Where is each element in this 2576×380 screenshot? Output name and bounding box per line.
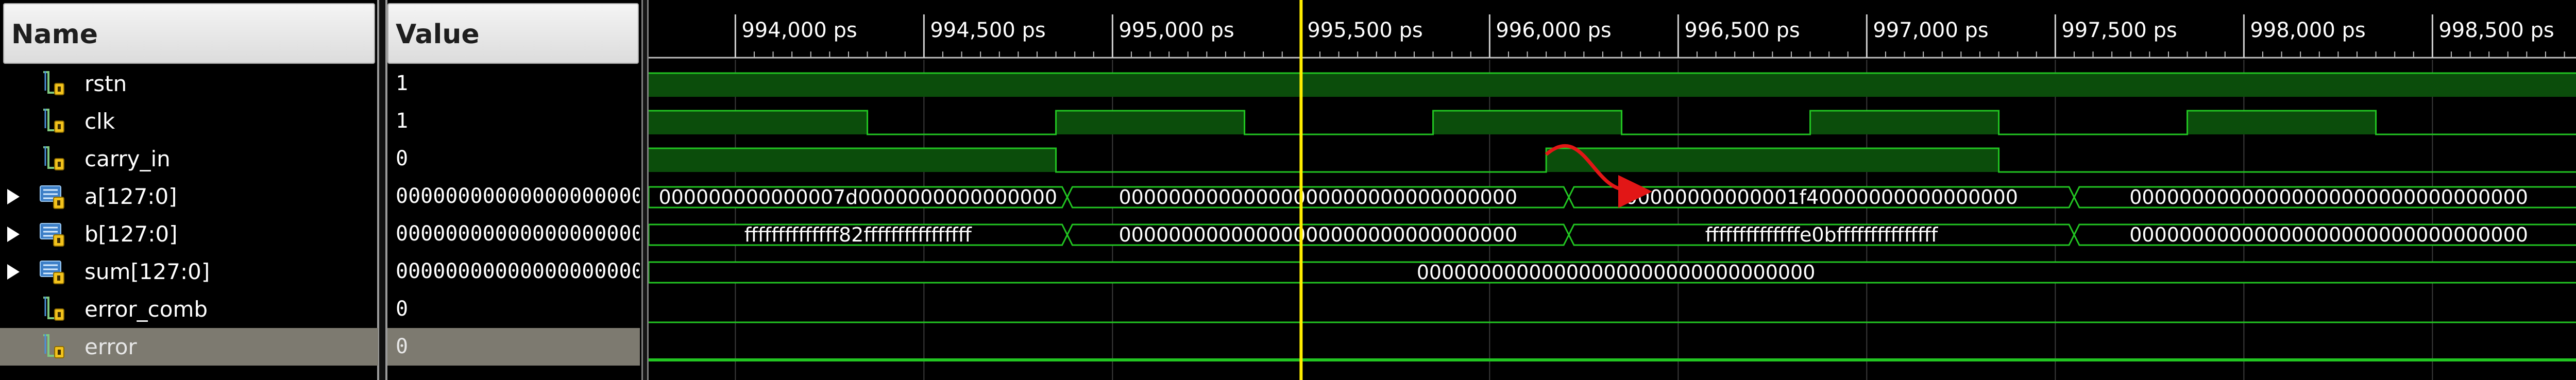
signal-value-text: 00000000000000000000 bbox=[396, 260, 640, 283]
signal-row-clk[interactable]: clk bbox=[0, 102, 382, 140]
sum-bus-value: 00000000000000000000000000000000 bbox=[1417, 261, 1816, 284]
waveform-canvas[interactable]: 994,000 ps 994,500 ps 995,000 ps 995,500 ps… bbox=[649, 0, 2576, 380]
scalar-signal-icon bbox=[41, 70, 72, 98]
value-wave-splitter[interactable] bbox=[641, 0, 649, 380]
name-column-header[interactable]: Name bbox=[3, 3, 375, 64]
scalar-signal-icon bbox=[41, 108, 72, 135]
signal-row-error[interactable]: error bbox=[0, 328, 378, 366]
carry_in-high-fill bbox=[649, 148, 1056, 172]
bus-signal-icon bbox=[38, 220, 69, 248]
signal-value-cell[interactable]: 1 bbox=[387, 102, 640, 140]
signal-row-rstn[interactable]: rstn bbox=[0, 65, 382, 102]
signal-row-carry_in[interactable]: carry_in bbox=[0, 140, 382, 178]
a-bus-value: 000000000000007d0000000000000000 bbox=[658, 186, 1057, 209]
signal-name-label: carry_in bbox=[84, 146, 171, 171]
a-bus-value: 00000000000001f40000000000000000 bbox=[1625, 186, 2018, 209]
clk-high-fill bbox=[1810, 111, 1999, 134]
a-bus-value: 00000000000000000000000000000000 bbox=[1118, 186, 1517, 209]
signal-row-b[interactable]: b[127:0] bbox=[0, 215, 382, 253]
rstn-high-fill bbox=[649, 73, 2576, 97]
b-bus-value: ffffffffffffff82ffffffffffffffff bbox=[744, 223, 972, 246]
signal-row-error_comb[interactable]: error_comb bbox=[0, 290, 382, 328]
signal-value-text: 0 bbox=[396, 297, 409, 321]
b-bus-value: 00000000000000000000000000000000 bbox=[2129, 223, 2528, 246]
signal-name-label: clk bbox=[84, 109, 115, 134]
signal-value-cell[interactable]: 00000000000000000000 bbox=[387, 253, 640, 290]
bus-signal-icon bbox=[38, 183, 69, 211]
signal-name-label: rstn bbox=[84, 71, 127, 96]
signal-value-text: 1 bbox=[396, 109, 409, 133]
signal-value-text: 00000000000000000000 bbox=[396, 222, 640, 246]
b-bus-value: ffffffffffffffe0bfffffffffffffff bbox=[1705, 223, 1939, 246]
time-tick-label: 994,000 ps bbox=[741, 19, 857, 42]
signal-name-label: sum[127:0] bbox=[84, 259, 210, 284]
expand-arrow-icon[interactable] bbox=[7, 227, 20, 242]
signal-value-text: 1 bbox=[396, 72, 409, 95]
signal-name-label: error_comb bbox=[84, 297, 208, 322]
signal-value-text: 0 bbox=[396, 147, 409, 170]
signal-value-cell[interactable]: 0 bbox=[387, 140, 640, 178]
signal-value-cell[interactable]: 1 bbox=[387, 65, 640, 102]
scalar-signal-icon bbox=[41, 296, 72, 323]
time-tick-label: 995,500 ps bbox=[1307, 19, 1422, 42]
signal-row-a[interactable]: a[127:0] bbox=[0, 178, 382, 215]
bus-signal-icon bbox=[38, 258, 69, 286]
expand-arrow-icon[interactable] bbox=[7, 189, 20, 204]
time-tick-label: 997,500 ps bbox=[2061, 19, 2177, 42]
signal-value-cell[interactable]: 00000000000000000000 bbox=[387, 178, 640, 215]
carry_in-high-fill bbox=[1546, 148, 1999, 172]
time-tick-label: 996,000 ps bbox=[1496, 19, 1611, 42]
signal-value-text: 00000000000000000000 bbox=[396, 184, 640, 208]
clk-high-fill bbox=[2187, 111, 2376, 134]
clk-high-fill bbox=[1433, 111, 1622, 134]
time-tick-label: 998,000 ps bbox=[2250, 19, 2365, 42]
signal-value-text: 0 bbox=[396, 335, 409, 358]
time-tick-label: 995,000 ps bbox=[1118, 19, 1234, 42]
signal-name-label: a[127:0] bbox=[84, 184, 177, 209]
signal-value-cell[interactable]: 0 bbox=[387, 290, 640, 328]
signal-row-sum[interactable]: sum[127:0] bbox=[0, 253, 382, 290]
b-bus-value: 00000000000000000000000000000000 bbox=[1118, 223, 1517, 246]
clk-high-fill bbox=[649, 111, 868, 134]
value-column-header[interactable]: Value bbox=[387, 3, 639, 64]
signal-value-cell[interactable]: 00000000000000000000 bbox=[387, 215, 640, 253]
signal-name-label: error bbox=[84, 334, 137, 359]
time-tick-label: 998,500 ps bbox=[2438, 19, 2554, 42]
waveform-view[interactable]: 994,000 ps 994,500 ps 995,000 ps 995,500 ps… bbox=[649, 0, 2576, 380]
time-tick-label: 997,000 ps bbox=[1873, 19, 1988, 42]
time-tick-label: 996,500 ps bbox=[1684, 19, 1800, 42]
expand-arrow-icon[interactable] bbox=[7, 264, 20, 280]
signal-value-cell[interactable]: 0 bbox=[387, 328, 640, 366]
signal-name-label: b[127:0] bbox=[84, 221, 178, 247]
a-bus-value: 00000000000000000000000000000000 bbox=[2129, 186, 2528, 209]
scalar-signal-icon bbox=[41, 333, 72, 361]
time-tick-label: 994,500 ps bbox=[930, 19, 1045, 42]
clk-high-fill bbox=[1056, 111, 1245, 134]
scalar-signal-icon bbox=[41, 145, 72, 173]
